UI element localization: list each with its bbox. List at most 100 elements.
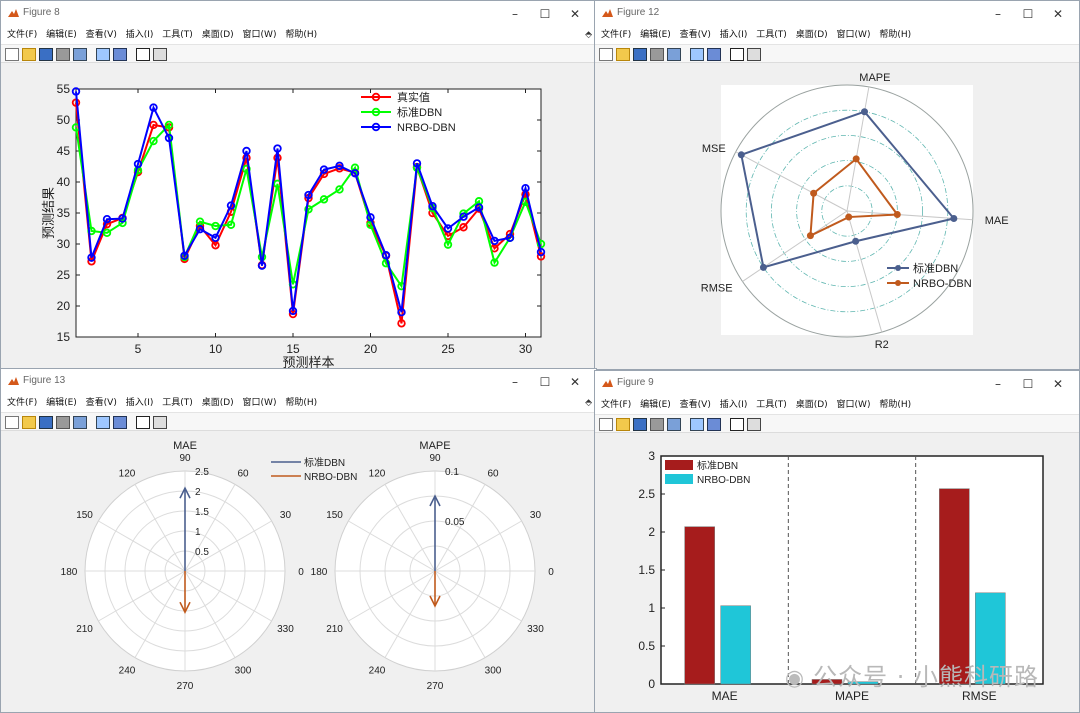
menu-insert[interactable]: 插入(I) <box>720 27 748 44</box>
menu-help[interactable]: 帮助(H) <box>879 397 911 414</box>
menu-window[interactable]: 窗口(W) <box>243 395 277 412</box>
edit-plot-icon[interactable] <box>690 418 704 431</box>
minimize-button[interactable]: – <box>983 374 1013 394</box>
pointer-icon[interactable] <box>730 48 744 61</box>
matlab-icon <box>8 377 19 385</box>
menu-window[interactable]: 窗口(W) <box>837 27 871 44</box>
new-file-icon[interactable] <box>599 48 613 61</box>
link-icon[interactable] <box>73 48 87 61</box>
maximize-button[interactable]: ☐ <box>530 372 560 392</box>
menu-help[interactable]: 帮助(H) <box>285 395 317 412</box>
link-icon[interactable] <box>73 416 87 429</box>
menu-tools[interactable]: 工具(T) <box>162 395 193 412</box>
menu-edit[interactable]: 编辑(E) <box>640 397 671 414</box>
menu-window[interactable]: 窗口(W) <box>243 27 277 44</box>
menu-tools[interactable]: 工具(T) <box>756 27 787 44</box>
property-icon[interactable] <box>707 418 721 431</box>
r-tick-label: 0.5 <box>195 547 209 558</box>
menu-desktop[interactable]: 桌面(D) <box>202 27 234 44</box>
y-tick-label: 35 <box>57 206 71 220</box>
minimize-button[interactable]: – <box>500 4 530 24</box>
close-button[interactable]: ✕ <box>1043 374 1073 394</box>
new-file-icon[interactable] <box>599 418 613 431</box>
edit-plot-icon[interactable] <box>96 416 110 429</box>
pointer-icon[interactable] <box>136 48 150 61</box>
menu-insert[interactable]: 插入(I) <box>126 27 154 44</box>
print-icon[interactable] <box>650 48 664 61</box>
maximize-button[interactable]: ☐ <box>1013 4 1043 24</box>
property-icon[interactable] <box>707 48 721 61</box>
r-tick-label: 2.5 <box>195 467 209 478</box>
figure9-titlebar[interactable]: Figure 9 – ☐ ✕ <box>595 371 1079 397</box>
angle-label: 150 <box>326 510 343 521</box>
menu-desktop[interactable]: 桌面(D) <box>796 397 828 414</box>
maximize-button[interactable]: ☐ <box>530 4 560 24</box>
link-icon[interactable] <box>667 48 681 61</box>
menu-insert[interactable]: 插入(I) <box>126 395 154 412</box>
angle-label: 150 <box>76 510 93 521</box>
panel-icon[interactable] <box>747 48 761 61</box>
menu-file[interactable]: 文件(F) <box>601 27 631 44</box>
menu-close-icon[interactable]: ⬘ <box>585 395 592 412</box>
property-icon[interactable] <box>113 416 127 429</box>
minimize-button[interactable]: – <box>500 372 530 392</box>
figure8-titlebar[interactable]: Figure 8 – ☐ ✕ <box>1 1 596 27</box>
figure12-window: Figure 12 – ☐ ✕ 文件(F) 编辑(E) 查看(V) 插入(I) … <box>594 0 1080 370</box>
menu-help[interactable]: 帮助(H) <box>285 27 317 44</box>
close-button[interactable]: ✕ <box>560 4 590 24</box>
maximize-button[interactable]: ☐ <box>1013 374 1043 394</box>
menu-insert[interactable]: 插入(I) <box>720 397 748 414</box>
new-file-icon[interactable] <box>5 416 19 429</box>
window-title: Figure 12 <box>617 7 660 18</box>
save-icon[interactable] <box>633 48 647 61</box>
menu-edit[interactable]: 编辑(E) <box>46 27 77 44</box>
panel-icon[interactable] <box>153 48 167 61</box>
minimize-button[interactable]: – <box>983 4 1013 24</box>
figure12-titlebar[interactable]: Figure 12 – ☐ ✕ <box>595 1 1079 27</box>
menu-tools[interactable]: 工具(T) <box>756 397 787 414</box>
edit-plot-icon[interactable] <box>690 48 704 61</box>
open-folder-icon[interactable] <box>22 416 36 429</box>
menu-tools[interactable]: 工具(T) <box>162 27 193 44</box>
x-tick-label: 15 <box>286 342 300 356</box>
property-icon[interactable] <box>113 48 127 61</box>
save-icon[interactable] <box>39 416 53 429</box>
menu-edit[interactable]: 编辑(E) <box>46 395 77 412</box>
menu-edit[interactable]: 编辑(E) <box>640 27 671 44</box>
angle-label: 300 <box>485 666 502 677</box>
open-folder-icon[interactable] <box>616 48 630 61</box>
menu-view[interactable]: 查看(V) <box>86 27 117 44</box>
menu-view[interactable]: 查看(V) <box>680 397 711 414</box>
print-icon[interactable] <box>56 416 70 429</box>
polar-title: MAE <box>173 440 197 452</box>
menu-file[interactable]: 文件(F) <box>7 395 37 412</box>
y-tick-label: 1 <box>648 601 655 615</box>
print-icon[interactable] <box>56 48 70 61</box>
panel-icon[interactable] <box>747 418 761 431</box>
save-icon[interactable] <box>633 418 647 431</box>
menu-file[interactable]: 文件(F) <box>7 27 37 44</box>
link-icon[interactable] <box>667 418 681 431</box>
menu-desktop[interactable]: 桌面(D) <box>796 27 828 44</box>
menu-window[interactable]: 窗口(W) <box>837 397 871 414</box>
panel-icon[interactable] <box>153 416 167 429</box>
edit-plot-icon[interactable] <box>96 48 110 61</box>
pointer-icon[interactable] <box>136 416 150 429</box>
figure13-titlebar[interactable]: Figure 13 – ☐ ✕ <box>1 369 596 395</box>
close-button[interactable]: ✕ <box>1043 4 1073 24</box>
pointer-icon[interactable] <box>730 418 744 431</box>
menu-desktop[interactable]: 桌面(D) <box>202 395 234 412</box>
menu-help[interactable]: 帮助(H) <box>879 27 911 44</box>
menu-view[interactable]: 查看(V) <box>86 395 117 412</box>
menu-view[interactable]: 查看(V) <box>680 27 711 44</box>
angle-label: 60 <box>487 468 499 479</box>
new-file-icon[interactable] <box>5 48 19 61</box>
menu-file[interactable]: 文件(F) <box>601 397 631 414</box>
menu-close-icon[interactable]: ⬘ <box>585 27 592 44</box>
r-tick-label: 0.05 <box>445 517 465 528</box>
print-icon[interactable] <box>650 418 664 431</box>
open-folder-icon[interactable] <box>616 418 630 431</box>
close-button[interactable]: ✕ <box>560 372 590 392</box>
open-folder-icon[interactable] <box>22 48 36 61</box>
save-icon[interactable] <box>39 48 53 61</box>
